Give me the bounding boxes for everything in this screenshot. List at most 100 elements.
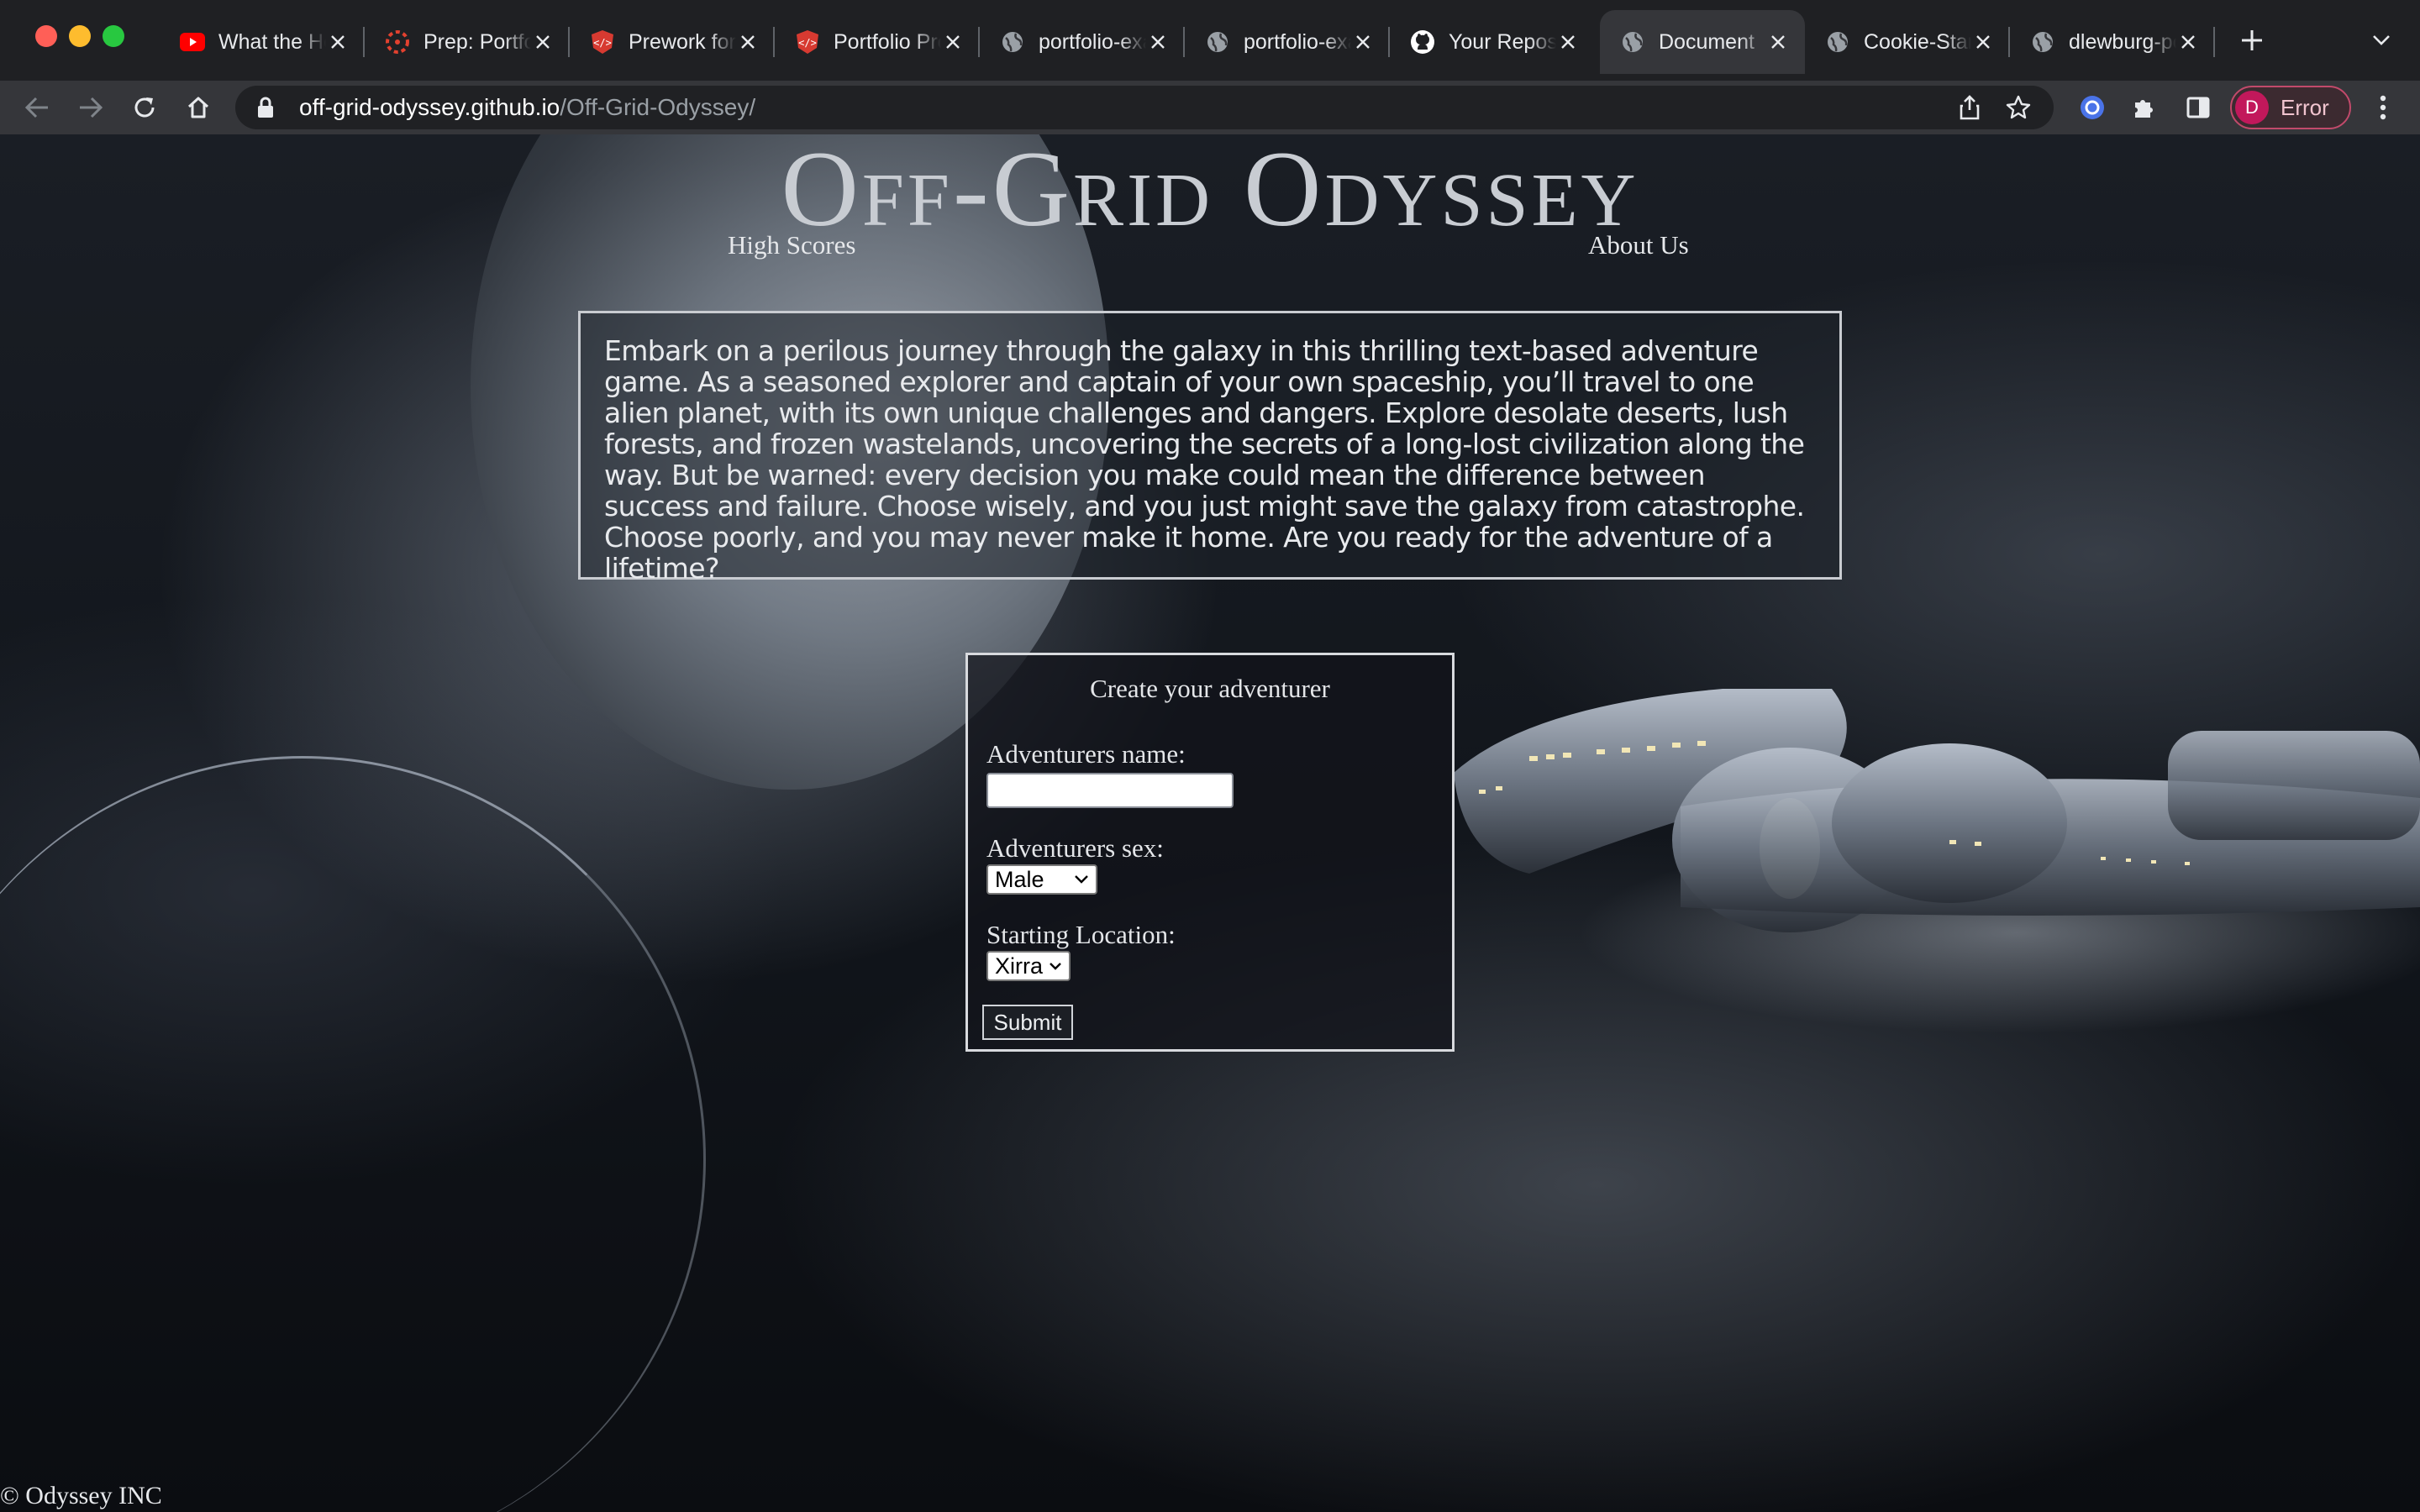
plus-icon xyxy=(2242,30,2262,50)
tab-separator xyxy=(2213,27,2215,57)
reload-icon xyxy=(134,97,155,118)
tab-cookie-stand[interactable]: Cookie-Stand xyxy=(1805,10,2010,74)
home-button[interactable] xyxy=(180,89,217,126)
url-host: off-grid-odyssey.github.io xyxy=(299,94,560,120)
high-scores-link[interactable]: High Scores xyxy=(728,230,855,260)
back-button[interactable] xyxy=(18,89,55,126)
name-label: Adventurers name: xyxy=(986,739,1186,769)
tab-title: portfolio-example xyxy=(1039,29,1146,54)
side-panel-button[interactable] xyxy=(2180,89,2217,126)
tab-title: Prep: Portfolio xyxy=(424,29,531,54)
about-us-link[interactable]: About Us xyxy=(1588,230,1689,260)
tab-prework[interactable]: </> Prework for xyxy=(570,10,775,74)
codefellows-icon: </> xyxy=(795,29,820,55)
site-title: Off-Grid Odyssey xyxy=(781,134,1639,249)
adventurer-name-input[interactable] xyxy=(986,773,1234,808)
share-button[interactable] xyxy=(1953,91,1986,124)
profile-button[interactable]: D Error xyxy=(2230,86,2351,129)
tab-youtube[interactable]: What the Hell xyxy=(160,10,365,74)
spaceship-image xyxy=(1454,689,2420,1033)
globe-icon xyxy=(1825,29,1850,55)
tab-portfolio-project[interactable]: </> Portfolio Project xyxy=(775,10,980,74)
tab-search-button[interactable] xyxy=(2366,25,2396,55)
tab-title: Prework for xyxy=(629,29,736,54)
globe-icon xyxy=(1000,29,1025,55)
tab-title: Document xyxy=(1659,29,1754,54)
globe-icon xyxy=(2030,29,2055,55)
page-viewport: Off-Grid Odyssey High Scores About Us Em… xyxy=(0,134,2420,1512)
more-vertical-icon xyxy=(2380,95,2386,120)
bookmark-button[interactable] xyxy=(2002,91,2035,124)
github-icon xyxy=(1410,29,1435,55)
tab-title: portfolio-example xyxy=(1244,29,1351,54)
browser-menu-button[interactable] xyxy=(2368,89,2398,126)
close-icon[interactable] xyxy=(941,30,965,54)
home-icon xyxy=(187,97,209,118)
location-label: Starting Location: xyxy=(986,920,1176,949)
address-bar[interactable]: off-grid-odyssey.github.io/Off-Grid-Odys… xyxy=(235,86,2054,129)
location-select-value: Xirra xyxy=(995,953,1044,979)
close-icon[interactable] xyxy=(1971,30,1995,54)
forward-button[interactable] xyxy=(72,89,109,126)
extension-circle-icon xyxy=(2081,96,2104,119)
close-icon[interactable] xyxy=(1766,30,1790,54)
canvas-icon xyxy=(385,29,410,55)
codefellows-icon: </> xyxy=(590,29,615,55)
close-icon[interactable] xyxy=(531,30,555,54)
sex-label: Adventurers sex: xyxy=(986,833,1164,863)
extensions-menu-button[interactable] xyxy=(2126,89,2163,126)
submit-button[interactable]: Submit xyxy=(982,1005,1073,1040)
share-icon xyxy=(1960,95,1980,120)
chevron-down-icon xyxy=(1049,962,1062,971)
close-icon[interactable] xyxy=(326,30,350,54)
tab-portfolio-example-2[interactable]: portfolio-example xyxy=(1185,10,1390,74)
tab-strip: What the Hell Prep: Portfolio </> Prewor… xyxy=(0,0,2420,81)
close-icon[interactable] xyxy=(1556,30,1580,54)
close-icon[interactable] xyxy=(736,30,760,54)
footer-copyright: © Odyssey INC xyxy=(0,1482,162,1509)
svg-text:</>: </> xyxy=(593,37,612,49)
close-icon[interactable] xyxy=(2176,30,2200,54)
adventurer-sex-select[interactable]: Male xyxy=(986,864,1097,895)
browser-toolbar: off-grid-odyssey.github.io/Off-Grid-Odys… xyxy=(0,81,2420,134)
star-icon xyxy=(2006,95,2031,119)
chevron-down-icon xyxy=(2373,35,2390,45)
intro-description: Embark on a perilous journey through the… xyxy=(578,311,1842,584)
new-tab-button[interactable] xyxy=(2235,20,2269,60)
tab-dlewburg[interactable]: dlewburg-portfolio xyxy=(2010,10,2215,74)
youtube-icon xyxy=(180,29,205,55)
avatar: D xyxy=(2235,91,2269,124)
tab-your-repositories[interactable]: Your Repositories xyxy=(1390,10,1595,74)
moon-background-image xyxy=(0,756,706,1512)
arrow-right-icon xyxy=(80,97,103,118)
reload-button[interactable] xyxy=(126,89,163,126)
tab-title: Cookie-Stand xyxy=(1864,29,1971,54)
arrow-left-icon xyxy=(24,97,48,118)
create-adventurer-form: Create your adventurer Adventurers name:… xyxy=(965,653,1455,1052)
lock-icon[interactable] xyxy=(257,96,277,119)
globe-icon xyxy=(1620,29,1645,55)
svg-text:</>: </> xyxy=(798,37,817,49)
window-minimize-button[interactable] xyxy=(69,25,91,47)
close-icon[interactable] xyxy=(1146,30,1170,54)
tab-title: What the Hell xyxy=(218,29,326,54)
tab-title: dlewburg-portfolio xyxy=(2069,29,2176,54)
extension-button[interactable] xyxy=(2074,89,2111,126)
window-close-button[interactable] xyxy=(35,25,57,47)
puzzle-icon xyxy=(2135,100,2153,118)
globe-icon xyxy=(1205,29,1230,55)
tab-portfolio-example-1[interactable]: portfolio-example xyxy=(980,10,1185,74)
chevron-down-icon xyxy=(1074,874,1089,885)
tab-title: Portfolio Project xyxy=(834,29,941,54)
form-title: Create your adventurer xyxy=(1090,674,1330,703)
url-path: /Off-Grid-Odyssey/ xyxy=(560,94,756,120)
tab-document[interactable]: Document xyxy=(1600,10,1805,74)
side-panel-icon xyxy=(2186,97,2210,118)
close-icon[interactable] xyxy=(1351,30,1375,54)
url-text: off-grid-odyssey.github.io/Off-Grid-Odys… xyxy=(299,94,755,121)
starting-location-select[interactable]: Xirra xyxy=(986,951,1071,981)
window-zoom-button[interactable] xyxy=(103,25,124,47)
tab-title: Your Repositories xyxy=(1449,29,1556,54)
tab-prep-portfolio[interactable]: Prep: Portfolio xyxy=(365,10,570,74)
sex-select-value: Male xyxy=(995,866,1044,892)
